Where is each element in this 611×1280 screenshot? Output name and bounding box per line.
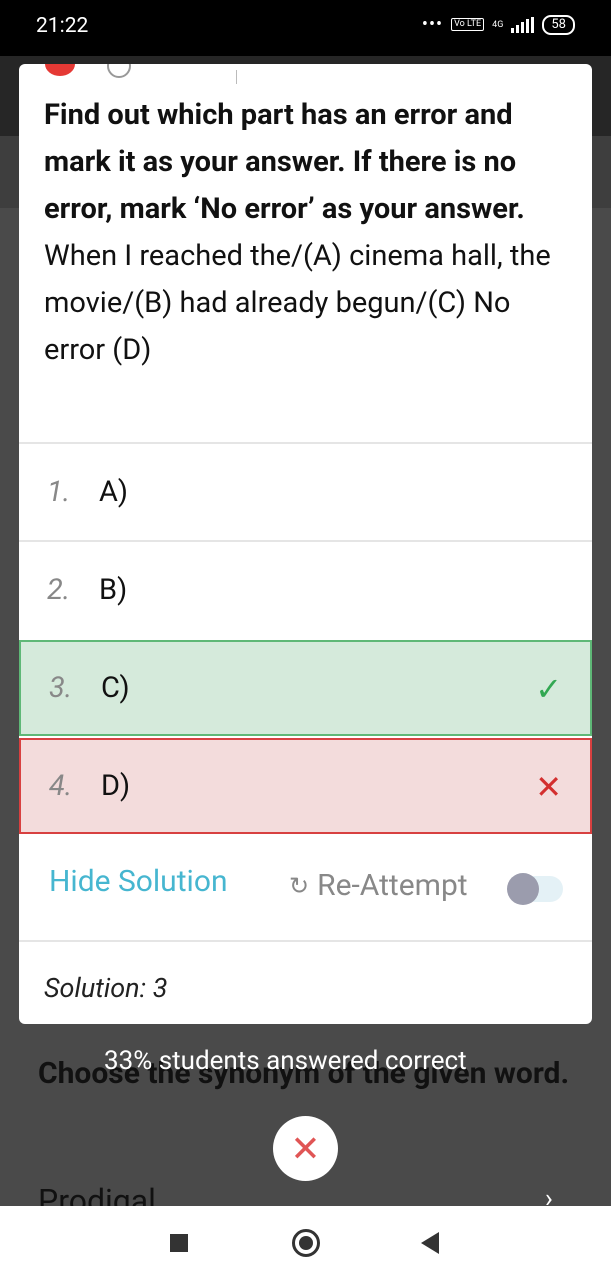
card-header [19, 64, 592, 84]
status-icons: ••• Vo LTE 4G 58 [422, 14, 575, 35]
toggle-knob [507, 873, 539, 905]
option-1[interactable]: 1. A) [19, 444, 592, 540]
option-label: A) [99, 475, 129, 509]
option-2[interactable]: 2. B) [19, 542, 592, 638]
question-instruction: Find out which part has an error and mar… [44, 98, 525, 226]
close-icon: ✕ [290, 1127, 321, 1170]
solution-text: Solution: 3 [44, 972, 168, 1004]
option-label: D) [101, 769, 131, 803]
question-card: Find out which part has an error and mar… [19, 64, 592, 1024]
home-icon[interactable] [292, 1229, 320, 1257]
volte-icon: Vo LTE [451, 18, 485, 31]
bookmark-icon[interactable] [107, 64, 131, 78]
recent-apps-icon[interactable] [170, 1234, 188, 1252]
reattempt-button[interactable]: ↻ Re-Attempt [289, 868, 468, 903]
back-icon[interactable] [421, 1232, 439, 1254]
reattempt-label: Re-Attempt [317, 868, 468, 903]
option-3[interactable]: 3. C) ✓ [19, 640, 592, 736]
option-label: B) [99, 573, 128, 607]
signal-icon [511, 16, 535, 33]
option-number: 2. [47, 573, 71, 607]
cross-icon: ✕ [535, 768, 562, 806]
status-bar: 21:22 ••• Vo LTE 4G 58 [0, 0, 611, 56]
option-number: 3. [49, 671, 73, 705]
divider [19, 940, 592, 942]
system-nav-bar [0, 1206, 611, 1280]
option-4[interactable]: 4. D) ✕ [19, 738, 592, 834]
network-type: 4G [492, 19, 504, 30]
answer-stats: 33% students answered correct [104, 1046, 467, 1076]
option-label: C) [101, 671, 130, 705]
solution-actions: Hide Solution ↻ Re-Attempt [19, 836, 592, 940]
status-time: 21:22 [36, 14, 89, 38]
reattempt-toggle[interactable] [507, 873, 563, 905]
option-number: 4. [49, 769, 73, 803]
flag-icon[interactable] [45, 64, 75, 76]
header-divider [236, 70, 237, 84]
more-dots-icon: ••• [421, 14, 444, 35]
battery-icon: 58 [542, 14, 575, 35]
option-number: 1. [47, 475, 71, 509]
close-button[interactable]: ✕ [273, 1116, 338, 1181]
hide-solution-button[interactable]: Hide Solution [49, 864, 228, 899]
refresh-icon: ↻ [289, 871, 310, 900]
question-text: Find out which part has an error and mar… [44, 92, 574, 374]
question-sentence: When I reached the/(A) cinema hall, the … [44, 239, 551, 367]
checkmark-icon: ✓ [535, 670, 562, 708]
